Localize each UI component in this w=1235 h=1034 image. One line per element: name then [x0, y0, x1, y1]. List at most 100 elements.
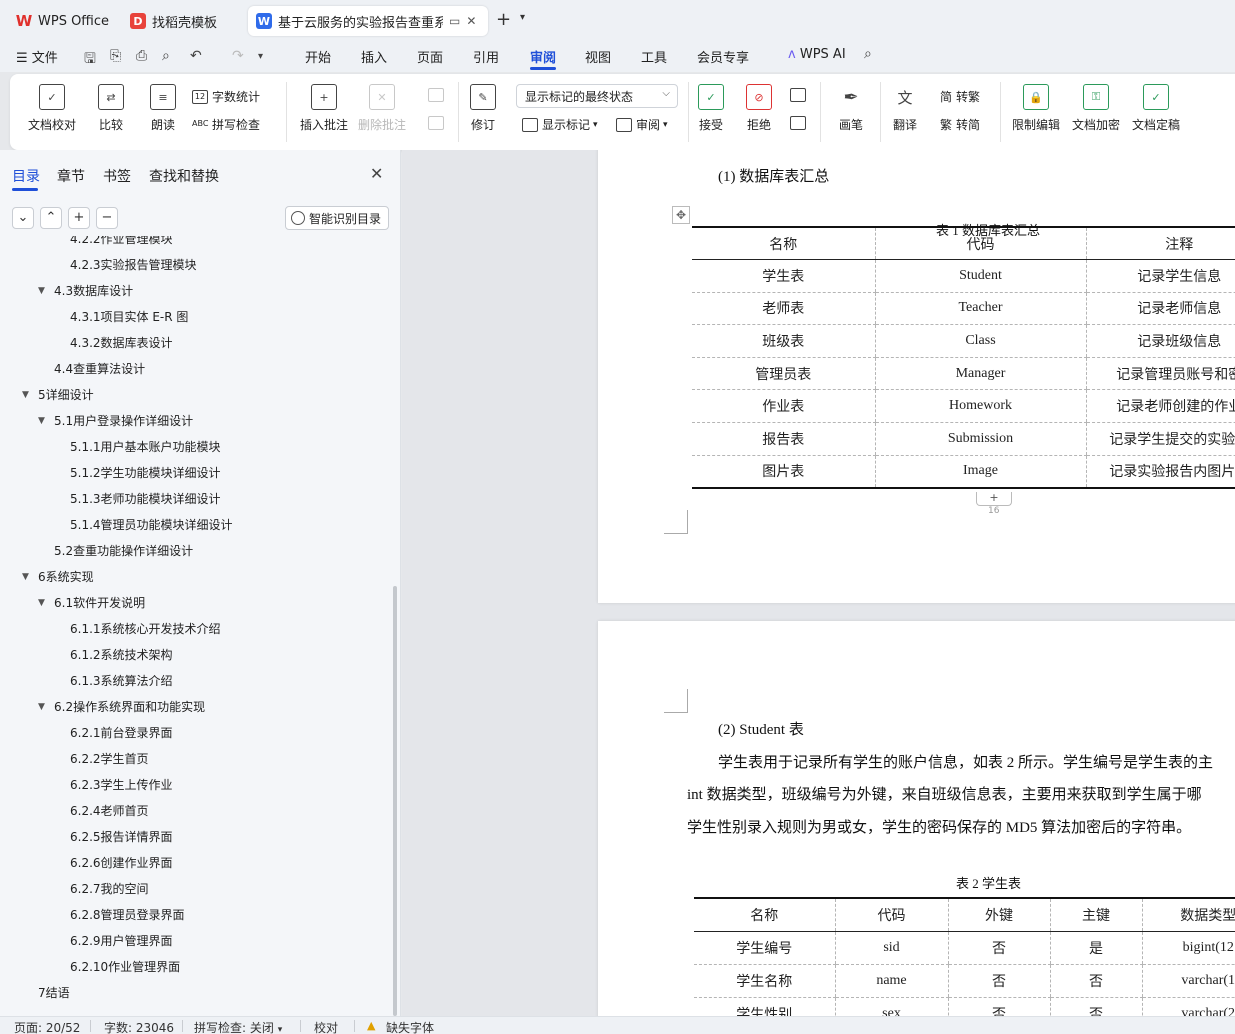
toc-item[interactable]: ▼ 4.3数据库设计	[38, 278, 133, 304]
table-cell[interactable]: 记录老师信息	[1085, 292, 1235, 326]
table-header-cell[interactable]: 代码	[874, 227, 1086, 261]
expand-caret-icon[interactable]: ▼	[22, 382, 29, 408]
table-cell[interactable]: varchar(2	[1141, 997, 1235, 1016]
next-change-icon[interactable]	[790, 116, 810, 130]
show-markup-button[interactable]: 显示标记 ▾	[522, 116, 598, 133]
move-up-chevron-icon[interactable]: ⌃	[40, 207, 62, 229]
restrict-edit-button[interactable]: 🔒 限制编辑	[1012, 84, 1060, 133]
table-cell[interactable]: 否	[947, 964, 1050, 998]
reject-button[interactable]: ⊘ 拒绝	[746, 84, 772, 133]
table-cell[interactable]: 否	[947, 997, 1050, 1016]
encrypt-button[interactable]: ⚿ 文档加密	[1072, 84, 1120, 133]
table-cell[interactable]: 学生表	[692, 259, 875, 293]
translate-button[interactable]: 文 翻译	[892, 84, 918, 133]
redo-icon[interactable]: ↷	[232, 48, 244, 64]
next-comment-icon[interactable]	[428, 116, 448, 130]
toc-item[interactable]: 6.2.5报告详情界面	[70, 824, 173, 850]
tab-document[interactable]: W 基于云服务的实验报告查重系统 ▭ ✕	[248, 6, 488, 36]
table-header-cell[interactable]: 名称	[694, 898, 835, 932]
table-cell[interactable]: varchar(1	[1141, 964, 1235, 998]
sidebar-tab-find-replace[interactable]: 查找和替换	[149, 166, 219, 186]
toc-item[interactable]: 6.1.2系统技术架构	[70, 642, 173, 668]
table-cell[interactable]: 老师表	[692, 292, 875, 326]
word-count-button[interactable]: 12 字数统计	[192, 88, 260, 105]
menu-insert[interactable]: 插入	[361, 47, 387, 66]
wps-ai-button[interactable]: ʌ WPS AI	[788, 47, 846, 62]
toc-item[interactable]: 6.2.6创建作业界面	[70, 850, 173, 876]
toc-item[interactable]: 6.2.8管理员登录界面	[70, 902, 185, 928]
toc-item[interactable]: 4.4查重算法设计	[54, 356, 145, 382]
toc-item[interactable]: 5.2查重功能操作详细设计	[54, 538, 193, 564]
sidebar-tab-bookmark[interactable]: 书签	[103, 166, 131, 186]
table-cell[interactable]: name	[834, 964, 948, 998]
table-header-cell[interactable]: 外键	[947, 898, 1050, 932]
menu-tools[interactable]: 工具	[641, 47, 667, 66]
undo-icon[interactable]: ↶	[190, 48, 202, 64]
close-icon[interactable]: ✕	[466, 14, 476, 28]
toc-item[interactable]: 6.2.7我的空间	[70, 876, 149, 902]
proofread-status[interactable]: 校对	[314, 1019, 338, 1034]
table-cell[interactable]: Student	[874, 259, 1086, 293]
toc-item[interactable]: 5.1.3老师功能模块详细设计	[70, 486, 221, 512]
monitor-icon[interactable]: ▭	[449, 14, 460, 28]
toc-item[interactable]: 5.1.1用户基本账户功能模块	[70, 434, 221, 460]
print-preview-icon[interactable]: ⌕	[162, 48, 170, 64]
table-header-cell[interactable]: 主键	[1049, 898, 1142, 932]
toc-item[interactable]: 4.2.2作业管理模块	[70, 236, 173, 252]
sidebar-tab-toc[interactable]: 目录	[12, 166, 40, 186]
toc-item[interactable]: 6.2.3学生上传作业	[70, 772, 173, 798]
tab-template[interactable]: D 找稻壳模板	[122, 6, 242, 36]
tab-wps-office[interactable]: W WPS Office	[8, 6, 116, 36]
print-icon[interactable]: ⎙	[136, 48, 147, 64]
previous-comment-icon[interactable]	[428, 88, 448, 102]
new-tab-plus-icon[interactable]: +	[496, 9, 511, 30]
table-move-handle-icon[interactable]: ✥	[672, 206, 690, 224]
toc-item[interactable]: 6.1.1系统核心开发技术介绍	[70, 616, 221, 642]
toc-item[interactable]: 6.1.3系统算法介绍	[70, 668, 173, 694]
expand-caret-icon[interactable]: ▼	[38, 408, 45, 434]
toc-item[interactable]: ▼ 6系统实现	[22, 564, 94, 590]
table-header-cell[interactable]: 注释	[1085, 227, 1235, 261]
review-pane-button[interactable]: 审阅 ▾	[616, 116, 668, 133]
table-cell[interactable]: 学生名称	[694, 964, 835, 998]
missing-font-status[interactable]: 缺失字体	[386, 1019, 434, 1034]
add-row-plus-icon[interactable]: +	[976, 492, 1012, 506]
table-header-cell[interactable]: 名称	[692, 227, 875, 261]
table-cell[interactable]: Teacher	[874, 292, 1086, 326]
table-cell[interactable]: 学生编号	[694, 931, 835, 965]
table-cell[interactable]: 是	[1049, 931, 1142, 965]
table-cell[interactable]: Submission	[874, 422, 1086, 456]
sidebar-tab-chapter[interactable]: 章节	[57, 166, 85, 186]
save-icon[interactable]: 🖫	[84, 48, 96, 72]
menu-reference[interactable]: 引用	[473, 47, 499, 66]
table-cell[interactable]: 作业表	[692, 389, 875, 424]
expand-caret-icon[interactable]: ▼	[38, 278, 45, 304]
table-cell[interactable]: 班级表	[692, 324, 875, 358]
tab-list-chevron-icon[interactable]: ▾	[520, 12, 525, 23]
file-menu[interactable]: ☰ 文件	[16, 47, 58, 66]
table-cell[interactable]: 否	[947, 931, 1050, 965]
expand-caret-icon[interactable]: ▼	[22, 564, 29, 590]
table-header-cell[interactable]: 代码	[834, 898, 948, 932]
doc-check-button[interactable]: ✓ 文档校对	[28, 84, 76, 133]
toc-item[interactable]: 6.2.10作业管理界面	[70, 954, 180, 980]
menu-home[interactable]: 开始	[305, 47, 331, 66]
toc-item[interactable]: 6.2.4老师首页	[70, 798, 149, 824]
toc-item[interactable]: ▼ 5详细设计	[22, 382, 94, 408]
table-cell[interactable]: bigint(12	[1141, 931, 1235, 965]
table-cell[interactable]: 记录老师创建的作业	[1085, 389, 1235, 424]
smart-toc-button[interactable]: 智能识别目录	[285, 206, 389, 230]
table-cell[interactable]: sex	[834, 997, 948, 1016]
table-cell[interactable]: 学生性别	[694, 997, 835, 1016]
table-cell[interactable]: 记录学生信息	[1085, 259, 1235, 293]
table-cell[interactable]: Image	[874, 455, 1086, 489]
insert-comment-button[interactable]: + 插入批注	[300, 84, 348, 133]
table-cell[interactable]: 记录管理员账号和密	[1085, 357, 1235, 391]
toc-item[interactable]: 4.3.1项目实体 E-R 图	[70, 304, 188, 330]
table-cell[interactable]: 报告表	[692, 422, 875, 456]
toc-item[interactable]: 6.2.1前台登录界面	[70, 720, 173, 746]
toc-item[interactable]: 6.2.9用户管理界面	[70, 928, 173, 954]
expand-caret-icon[interactable]: ▼	[38, 590, 45, 616]
table-cell[interactable]: 管理员表	[692, 357, 875, 391]
word-count-indicator[interactable]: 字数: 23046	[104, 1019, 174, 1034]
